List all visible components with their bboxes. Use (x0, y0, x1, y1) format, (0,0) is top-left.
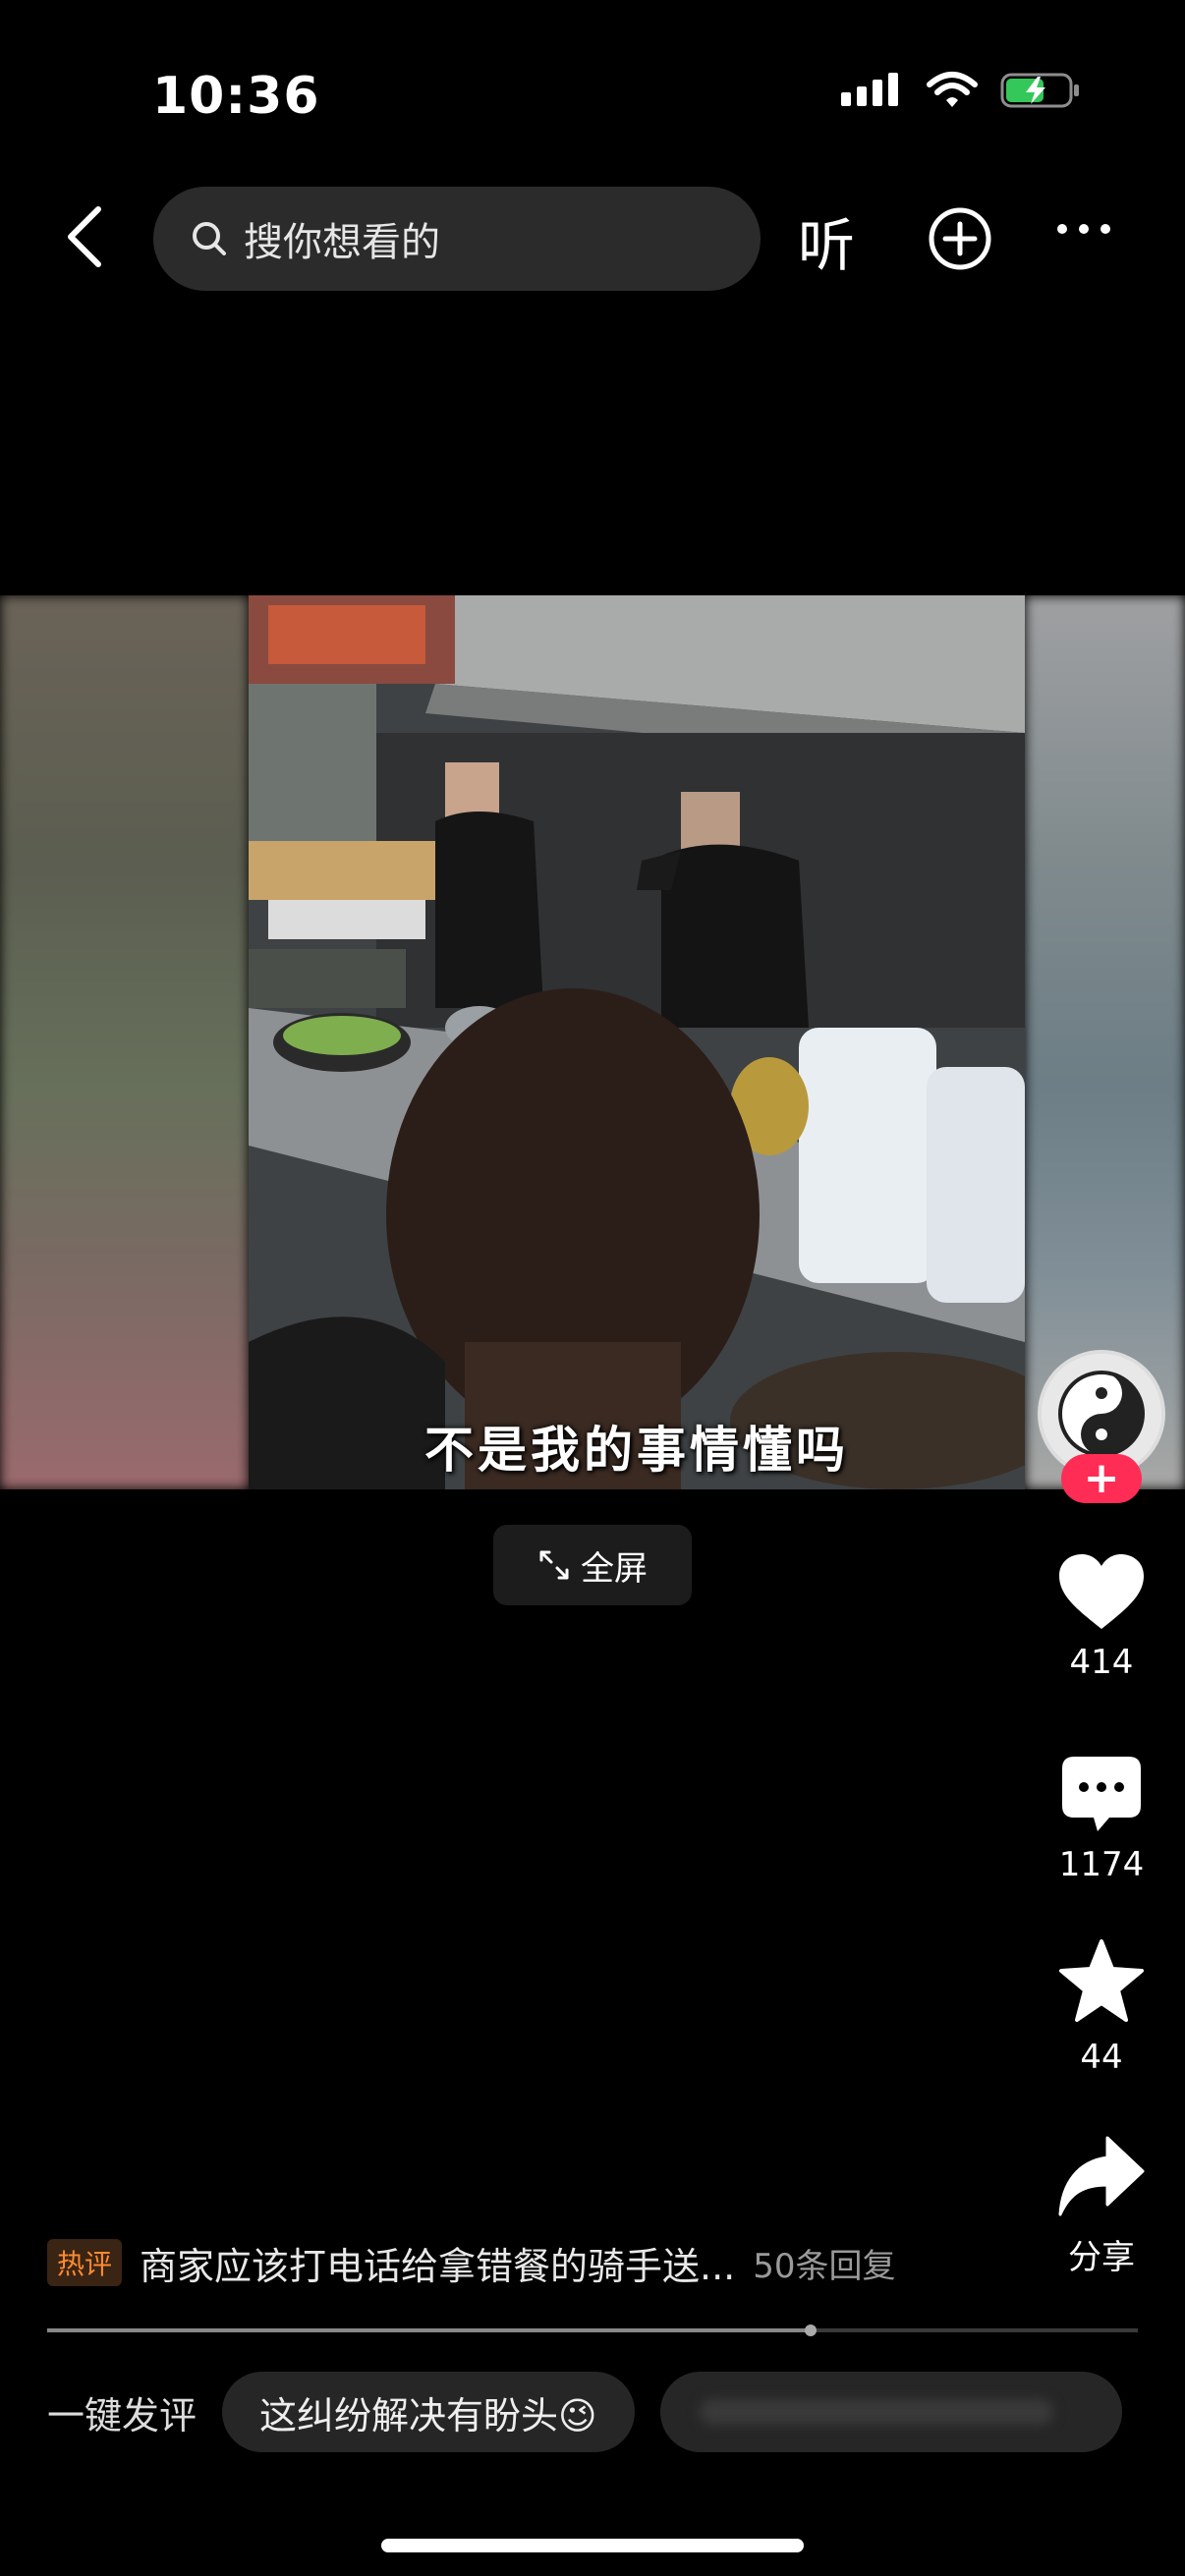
video-player[interactable]: 不是我的事情懂吗 (0, 595, 1185, 1489)
video-frame: 不是我的事情懂吗 (249, 595, 1025, 1489)
search-bar[interactable]: 搜你想看的 (153, 187, 761, 291)
search-placeholder: 搜你想看的 (244, 220, 440, 265)
star-icon (1059, 1939, 1144, 2022)
more-dot-icon (1100, 224, 1110, 234)
hot-comment-badge: 热评 (47, 2239, 123, 2286)
obscured-text (699, 2399, 1053, 2425)
comment-bubble-icon (1062, 1757, 1141, 1831)
heart-icon (1059, 1554, 1144, 1629)
share-button[interactable]: 分享 (1038, 2134, 1165, 2278)
video-blur-left (0, 595, 249, 1489)
favorite-button[interactable]: 44 (1038, 1937, 1165, 2077)
more-button[interactable] (1057, 224, 1110, 234)
like-button[interactable]: 414 (1038, 1552, 1165, 1682)
share-label: 分享 (1068, 2238, 1135, 2277)
video-scene (249, 595, 1025, 1489)
chevron-left-icon (68, 206, 101, 267)
search-icon (193, 222, 226, 255)
follow-button[interactable]: + (1061, 1454, 1142, 1503)
wifi-icon (927, 72, 978, 107)
listen-button[interactable]: 听 (798, 199, 855, 282)
more-dot-icon (1057, 224, 1067, 234)
comment-count: 1174 (1058, 1845, 1145, 1884)
playback-progress[interactable] (47, 2324, 1138, 2336)
quick-comment-bar: 一键发评 这纠纷解决有盼头😉 (47, 2372, 1185, 2452)
home-indicator[interactable] (381, 2539, 804, 2552)
like-count: 414 (1069, 1643, 1134, 1682)
quick-comment-chip-obscured[interactable] (659, 2372, 1122, 2452)
fullscreen-label: 全屏 (581, 1548, 648, 1589)
progress-knob[interactable] (805, 2324, 817, 2336)
hot-comment[interactable]: 热评 商家应该打电话给拿错餐的骑手送... 50条回复 (47, 2235, 971, 2290)
add-button[interactable] (928, 206, 992, 275)
progress-fill (47, 2328, 811, 2332)
cellular-signal-icon (841, 73, 898, 106)
status-icons (841, 71, 1081, 110)
expand-icon (539, 1550, 569, 1580)
battery-charging-icon (1000, 73, 1079, 108)
plus-circle-icon (929, 207, 991, 270)
back-button[interactable] (57, 201, 112, 272)
quick-comment-label: 一键发评 (47, 2393, 198, 2437)
favorite-count: 44 (1080, 2038, 1123, 2077)
share-arrow-icon (1058, 2136, 1145, 2216)
quick-comment-chip[interactable]: 这纠纷解决有盼头😉 (222, 2372, 635, 2452)
fullscreen-button[interactable]: 全屏 (493, 1525, 692, 1605)
hot-comment-text: 商家应该打电话给拿错餐的骑手送... (140, 2244, 736, 2288)
status-time: 10:36 (152, 67, 320, 126)
comment-button[interactable]: 1174 (1038, 1755, 1165, 1884)
video-caption: 不是我的事情懂吗 (424, 1421, 849, 1479)
hot-comment-replies[interactable]: 50条回复 (753, 2239, 895, 2287)
more-dot-icon (1079, 224, 1089, 234)
